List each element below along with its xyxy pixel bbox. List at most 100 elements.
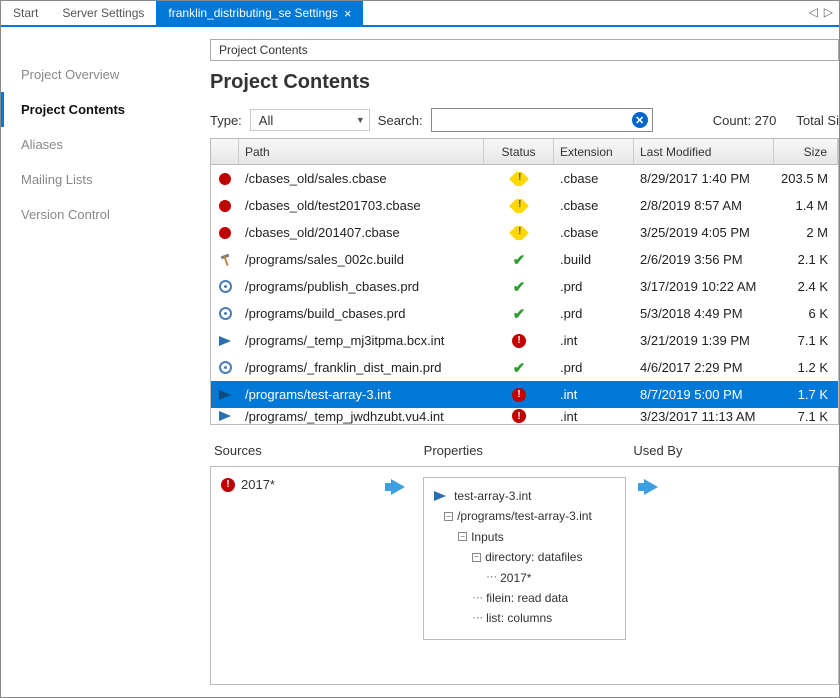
row-ext: .prd [554, 279, 634, 294]
tree-list-row[interactable]: ⋯ list: columns [434, 608, 615, 628]
row-status: ✔ [484, 251, 554, 269]
arrow-right-icon [644, 479, 658, 495]
table-row[interactable]: /programs/_temp_jwdhzubt.vu4.int!.int3/2… [211, 408, 838, 424]
row-status [484, 172, 554, 186]
row-ext: .int [554, 409, 634, 424]
sidebar-item-aliases[interactable]: Aliases [1, 127, 196, 162]
table-row[interactable]: /programs/_temp_mj3itpma.bcx.int!.int3/2… [211, 327, 838, 354]
arrow-to-properties [383, 467, 413, 684]
table-row[interactable]: /programs/publish_cbases.prd✔.prd3/17/20… [211, 273, 838, 300]
tree-leaf-icon: ⋯ [486, 568, 496, 587]
col-icon[interactable] [211, 139, 239, 164]
tree-path-row[interactable]: − /programs/test-array-3.int [434, 506, 615, 526]
search-input[interactable] [432, 113, 630, 128]
type-label: Type: [210, 113, 242, 128]
collapse-icon[interactable]: − [458, 532, 467, 541]
tree-inputs-row[interactable]: − Inputs [434, 527, 615, 547]
tree-directory-row[interactable]: − directory: datafiles [434, 547, 615, 567]
sources-panel: ! 2017* [211, 467, 383, 684]
row-modified: 5/3/2018 4:49 PM [634, 306, 774, 321]
table-row[interactable]: /programs/sales_002c.build✔.build2/6/201… [211, 246, 838, 273]
col-path[interactable]: Path [239, 139, 484, 164]
type-select[interactable]: All ▼ [250, 109, 370, 131]
row-size: 203.5 M [774, 171, 838, 186]
sidebar-item-overview[interactable]: Project Overview [1, 57, 196, 92]
tab-server-settings[interactable]: Server Settings [50, 1, 156, 25]
row-size: 7.1 K [774, 333, 838, 348]
chevron-down-icon: ▼ [356, 115, 365, 125]
row-status: ! [484, 409, 554, 423]
warning-icon [509, 172, 529, 186]
row-size: 1.2 K [774, 360, 838, 375]
search-label: Search: [378, 113, 423, 128]
table-row[interactable]: /programs/build_cbases.prd✔.prd5/3/2018 … [211, 300, 838, 327]
panels-header-row: Sources Properties Used By [210, 443, 839, 466]
table-body: /cbases_old/sales.cbase.cbase8/29/2017 1… [211, 165, 838, 424]
tab-next-icon[interactable]: ▷ [824, 5, 833, 19]
tab-franklin-settings[interactable]: franklin_distributing_se Settings × [156, 1, 363, 25]
search-clear-button[interactable]: ✕ [630, 110, 650, 130]
row-size: 1.4 M [774, 198, 838, 213]
table-row[interactable]: /cbases_old/201407.cbase.cbase3/25/2019 … [211, 219, 838, 246]
row-path: /programs/_franklin_dist_main.prd [239, 360, 484, 375]
sidebar-item-mailing-lists[interactable]: Mailing Lists [1, 162, 196, 197]
row-icon-cell [211, 390, 239, 400]
sidebar-item-label: Project Contents [21, 102, 125, 117]
breadcrumb[interactable]: Project Contents [210, 39, 839, 61]
tree-filein-row[interactable]: ⋯ filein: read data [434, 588, 615, 608]
row-status: ! [484, 334, 554, 348]
row-status: ✔ [484, 305, 554, 323]
collapse-icon[interactable]: − [444, 512, 453, 521]
collapse-icon[interactable]: − [472, 553, 481, 562]
ok-icon: ✔ [513, 251, 526, 269]
detail-panels: ! 2017* test-array-3.int − /progra [210, 466, 839, 685]
properties-box: test-array-3.int − /programs/test-array-… [423, 477, 626, 640]
sidebar-item-label: Mailing Lists [21, 172, 93, 187]
tab-prev-icon[interactable]: ◁ [809, 5, 818, 19]
table-row[interactable]: /programs/test-array-3.int!.int8/7/2019 … [211, 381, 838, 408]
error-icon: ! [512, 388, 526, 402]
tab-start[interactable]: Start [1, 1, 50, 25]
sources-header: Sources [210, 443, 420, 466]
row-path: /cbases_old/test201703.cbase [239, 198, 484, 213]
app-window: Start Server Settings franklin_distribut… [0, 0, 840, 698]
clear-x-icon: ✕ [632, 112, 648, 128]
table-row[interactable]: /programs/_franklin_dist_main.prd✔.prd4/… [211, 354, 838, 381]
table-row[interactable]: /cbases_old/sales.cbase.cbase8/29/2017 1… [211, 165, 838, 192]
int-icon [219, 336, 231, 346]
row-size: 7.1 K [774, 409, 838, 424]
directory-label: directory: datafiles [485, 547, 582, 567]
warning-icon [509, 199, 529, 213]
cbase-icon [219, 200, 231, 212]
col-extension[interactable]: Extension [554, 139, 634, 164]
ok-icon: ✔ [513, 359, 526, 377]
row-modified: 3/25/2019 4:05 PM [634, 225, 774, 240]
source-item[interactable]: ! 2017* [221, 477, 373, 492]
row-path: /programs/test-array-3.int [239, 387, 484, 402]
error-icon: ! [221, 478, 235, 492]
table-row[interactable]: /cbases_old/test201703.cbase.cbase2/8/20… [211, 192, 838, 219]
close-icon[interactable]: × [344, 7, 352, 20]
col-last-modified[interactable]: Last Modified [634, 139, 774, 164]
sidebar-item-version-control[interactable]: Version Control [1, 197, 196, 232]
row-ext: .int [554, 387, 634, 402]
col-size[interactable]: Size [774, 139, 838, 164]
cbase-icon [219, 227, 231, 239]
row-icon-cell [211, 361, 239, 374]
tab-label: franklin_distributing_se Settings [168, 6, 337, 20]
sidebar: Project Overview Project Contents Aliase… [1, 27, 196, 697]
row-path: /programs/publish_cbases.prd [239, 279, 484, 294]
body: Project Overview Project Contents Aliase… [1, 27, 839, 697]
tree-directory-value-row[interactable]: ⋯ 2017* [434, 568, 615, 588]
page-title: Project Contents [210, 71, 839, 94]
sidebar-item-contents[interactable]: Project Contents [1, 92, 196, 127]
sidebar-item-label: Project Overview [21, 67, 119, 82]
row-path: /programs/_temp_jwdhzubt.vu4.int [239, 409, 484, 424]
ok-icon: ✔ [513, 305, 526, 323]
col-status[interactable]: Status [484, 139, 554, 164]
row-size: 2 M [774, 225, 838, 240]
type-value: All [259, 113, 273, 128]
int-icon [219, 411, 231, 421]
tree-leaf-icon: ⋯ [472, 609, 482, 628]
directory-value: 2017* [500, 568, 531, 588]
